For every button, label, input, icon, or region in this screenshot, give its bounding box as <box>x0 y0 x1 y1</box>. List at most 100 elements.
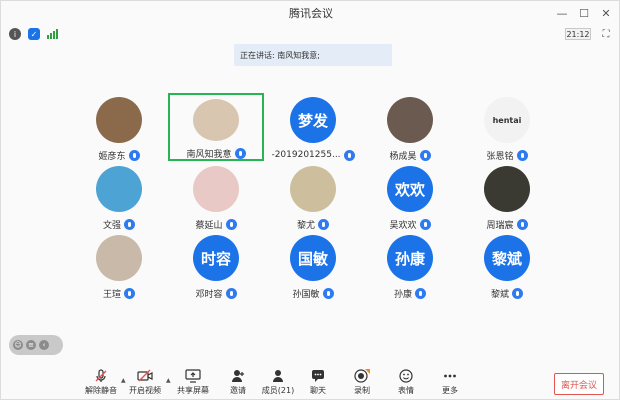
mic-status-icon <box>516 149 528 161</box>
more-label: 更多 <box>442 386 458 395</box>
avatar <box>96 97 142 143</box>
avatar-initials: 梦发 <box>297 111 328 130</box>
members-icon <box>270 369 286 383</box>
avatar <box>96 235 142 281</box>
video-options-chevron-icon[interactable]: ▲ <box>166 377 171 384</box>
mic-status-icon <box>234 147 246 159</box>
unmute-button[interactable]: 解除静音 <box>81 369 121 400</box>
avatar: 时容 <box>193 235 239 281</box>
unmute-label: 解除静音 <box>85 386 117 395</box>
share-screen-button[interactable]: 共享屏幕 <box>173 369 213 400</box>
participant-name-row: 蔡延山 <box>195 218 237 231</box>
bottom-toolbar: 解除静音 ▲ 开启视频 ▲ 共享屏幕 邀请 成员(21) 聊天 录制 表情 更多 <box>1 365 620 400</box>
mic-status-icon <box>225 287 237 299</box>
chat-bubble-icon[interactable]: ≡ <box>26 340 36 350</box>
participant-tile[interactable]: 孙康 孙康 <box>362 231 458 300</box>
avatar <box>484 166 530 212</box>
participant-name: 杨成昊 <box>389 151 417 162</box>
avatar <box>193 166 239 212</box>
avatar <box>96 166 142 212</box>
participant-tile[interactable]: hentai 张恩铭 <box>459 93 555 162</box>
participant-tile[interactable]: 蔡延山 <box>168 162 264 231</box>
participant-name: 孙康 <box>393 289 412 300</box>
participant-tile[interactable]: 杨成昊 <box>362 93 458 162</box>
participant-name-row: 周瑞宸 <box>486 218 528 231</box>
mic-status-icon <box>516 218 528 230</box>
avatar-initials: 时容 <box>200 249 231 268</box>
participant-tile[interactable]: 姬彦东 <box>71 93 167 162</box>
avatar <box>387 97 433 143</box>
participant-tile[interactable]: 周瑞宸 <box>459 162 555 231</box>
invite-label: 邀请 <box>230 386 246 395</box>
participant-name-row: 黎斌 <box>491 287 523 300</box>
participant-name: 王瑄 <box>102 289 121 300</box>
mic-status-icon <box>124 287 135 299</box>
participant-tile[interactable]: 国敏 孙国敏 <box>265 231 361 300</box>
participant-name: 文强 <box>102 220 121 231</box>
participant-tile[interactable]: 黎斌 黎斌 <box>459 231 555 300</box>
mic-status-icon <box>128 149 140 161</box>
reactions-button[interactable]: 表情 <box>386 369 426 400</box>
start-video-button[interactable]: 开启视频 <box>125 369 165 400</box>
members-button[interactable]: 成员(21) <box>258 369 298 400</box>
participant-name-row: 杨成昊 <box>389 149 431 162</box>
chat-label: 聊天 <box>310 386 326 395</box>
participant-name-row: 孙国敏 <box>292 287 334 300</box>
participant-name-row: 文强 <box>102 218 135 231</box>
avatar: 黎斌 <box>484 235 530 281</box>
share-screen-icon <box>185 369 201 383</box>
participant-tile[interactable]: 南风知我意 <box>168 93 264 161</box>
participant-name-row: 姬彦东 <box>98 149 140 162</box>
participant-tile[interactable]: 黎尤 <box>265 162 361 231</box>
more-dots-icon <box>442 369 458 383</box>
participant-name: 蔡延山 <box>195 220 223 231</box>
mic-status-icon <box>225 218 237 230</box>
participant-name-row: 张恩铭 <box>486 149 528 162</box>
participant-tile[interactable]: 时容邓时容 <box>168 231 264 300</box>
record-label: 录制 <box>354 386 370 395</box>
leave-meeting-button[interactable]: 离开会议 <box>554 373 604 395</box>
collapse-icon[interactable]: ‹ <box>39 340 49 350</box>
participant-name: 张恩铭 <box>486 151 514 162</box>
participant-tile[interactable]: 欢欢 吴欢欢 <box>362 162 458 231</box>
participant-name: 孙国敏 <box>292 289 320 300</box>
avatar: 国敏 <box>290 235 336 281</box>
participant-name-row: 吴欢欢 <box>389 218 431 231</box>
mic-muted-icon <box>93 369 109 383</box>
participant-tile[interactable]: 梦发 -2019201255... <box>265 93 361 161</box>
participant-name-row: 邓时容 <box>195 287 237 300</box>
record-button[interactable]: 录制 <box>342 369 382 400</box>
avatar-image-text: hentai <box>492 115 522 125</box>
floating-mini-panel[interactable]: ☺ ≡ ‹ <box>9 335 63 355</box>
camera-off-icon <box>137 369 153 383</box>
participant-tile[interactable]: 文强 <box>71 162 167 231</box>
mic-status-icon <box>322 287 334 299</box>
mic-status-icon <box>124 218 135 230</box>
participant-name: 黎尤 <box>296 220 315 231</box>
avatar: 孙康 <box>387 235 433 281</box>
share-screen-label: 共享屏幕 <box>177 386 209 395</box>
participant-tile[interactable]: 王瑄 <box>71 231 167 300</box>
mic-status-icon <box>343 149 355 161</box>
smiley-icon <box>398 369 414 383</box>
participant-name-row: 南风知我意 <box>186 147 246 160</box>
more-button[interactable]: 更多 <box>430 369 470 400</box>
emoji-icon[interactable]: ☺ <box>13 340 23 350</box>
mic-status-icon <box>415 287 426 299</box>
participant-grid: 姬彦东 南风知我意 梦发 -2019201255... 杨成昊 hentai 张恩铭文强 蔡延… <box>1 1 620 400</box>
avatar-initials: 欢欢 <box>394 180 425 199</box>
reactions-label: 表情 <box>398 386 414 395</box>
participant-name-row: 王瑄 <box>102 287 135 300</box>
participant-name: -2019201255... <box>271 150 341 160</box>
participant-name: 南风知我意 <box>186 149 232 160</box>
participant-name-row: -2019201255... <box>271 149 355 161</box>
chat-button[interactable]: 聊天 <box>298 369 338 400</box>
mic-status-icon <box>419 149 431 161</box>
invite-button[interactable]: 邀请 <box>218 369 258 400</box>
avatar: 欢欢 <box>387 166 433 212</box>
avatar: hentai <box>484 97 530 143</box>
participant-name-row: 黎尤 <box>296 218 329 231</box>
participant-name: 姬彦东 <box>98 151 126 162</box>
participant-name-row: 孙康 <box>393 287 426 300</box>
participant-name: 邓时容 <box>195 289 223 300</box>
